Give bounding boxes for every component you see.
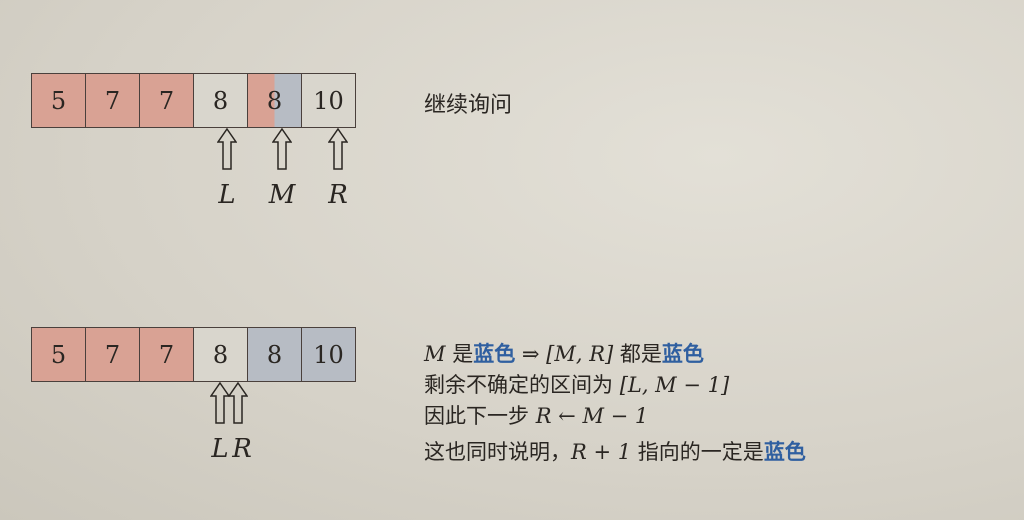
array-cell: 5 bbox=[31, 73, 86, 128]
array-cell: 8 bbox=[193, 327, 248, 382]
explanation-line-3: 因此下一步 R ← M − 1 bbox=[424, 400, 648, 430]
up-arrow-icon bbox=[228, 382, 248, 424]
text: 是 bbox=[445, 342, 474, 366]
array-cell: 10 bbox=[301, 327, 356, 382]
pointer-label-r: R bbox=[232, 434, 252, 464]
array-cell: 7 bbox=[85, 73, 140, 128]
explanation-line-2: 剩余不确定的区间为 [L, M − 1] bbox=[424, 369, 729, 399]
array-cell: 8 bbox=[193, 73, 248, 128]
up-arrow-icon bbox=[210, 382, 230, 424]
top-caption: 继续询问 bbox=[424, 93, 513, 118]
text: 剩余不确定的区间为 bbox=[424, 373, 620, 397]
array-cell: 8 bbox=[247, 73, 302, 128]
text: 都是 bbox=[613, 342, 662, 366]
explanation-line-1: M 是蓝色 ⇒ [M, R] 都是蓝色 bbox=[424, 338, 704, 368]
up-arrow-icon bbox=[328, 128, 348, 170]
top-array: 5 7 7 8 8 10 bbox=[31, 73, 356, 128]
blue-highlight: 蓝色 bbox=[473, 342, 516, 366]
up-arrow-icon bbox=[272, 128, 292, 170]
array-cell: 7 bbox=[139, 327, 194, 382]
up-arrow-icon bbox=[217, 128, 237, 170]
explanation-line-4: 这也同时说明，R + 1 指向的一定是蓝色 bbox=[424, 436, 806, 466]
array-cell: 7 bbox=[139, 73, 194, 128]
math-m: M bbox=[424, 342, 446, 366]
bottom-array: 5 7 7 8 8 10 bbox=[31, 327, 356, 382]
array-cell: 7 bbox=[85, 327, 140, 382]
array-cell: 5 bbox=[31, 327, 86, 382]
math-expr: R ← M − 1 bbox=[535, 404, 649, 428]
math-expr: R + 1 bbox=[571, 440, 632, 464]
pointer-label-r: R bbox=[328, 180, 348, 210]
pointer-label-l: L bbox=[218, 180, 236, 210]
blue-highlight: 蓝色 bbox=[661, 342, 704, 366]
pointer-label-m: M bbox=[268, 180, 296, 210]
array-cell: 8 bbox=[247, 327, 302, 382]
text: 因此下一步 bbox=[424, 404, 536, 428]
math-expr: [L, M − 1] bbox=[619, 373, 730, 397]
blue-highlight: 蓝色 bbox=[763, 440, 806, 464]
text: 这也同时说明， bbox=[424, 440, 571, 464]
array-cell: 10 bbox=[301, 73, 356, 128]
pointer-label-l: L bbox=[211, 434, 229, 464]
text: 指向的一定是 bbox=[631, 440, 764, 464]
math-expr: ⇒ [M, R] bbox=[515, 342, 614, 366]
